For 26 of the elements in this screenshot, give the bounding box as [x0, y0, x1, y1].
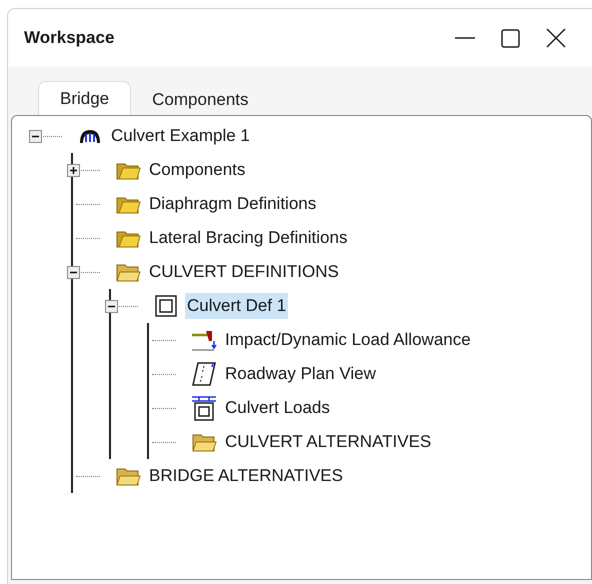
tree-item[interactable]: Impact/Dynamic Load Allowance: [223, 327, 473, 353]
tree-item[interactable]: CULVERT ALTERNATIVES: [223, 429, 434, 455]
culvert-load-icon: [191, 395, 217, 421]
tree-item[interactable]: Culvert Example 1: [109, 123, 252, 149]
expand-icon[interactable]: [67, 164, 80, 177]
tree-item[interactable]: CULVERT DEFINITIONS: [147, 259, 341, 285]
load-icon: [191, 329, 217, 351]
close-icon[interactable]: [546, 28, 566, 48]
collapse-icon[interactable]: [105, 300, 118, 313]
collapse-icon[interactable]: [67, 266, 80, 279]
roadway-icon: [192, 362, 216, 386]
maximize-icon[interactable]: [501, 28, 520, 48]
tree-item[interactable]: Diaphragm Definitions: [147, 191, 318, 217]
tree-item[interactable]: Roadway Plan View: [223, 361, 378, 387]
tree-item[interactable]: Lateral Bracing Definitions: [147, 225, 350, 251]
tree-item[interactable]: Culvert Loads: [223, 395, 332, 421]
window-title: Workspace: [24, 27, 114, 50]
arch-bridge-icon: [79, 128, 101, 144]
tree-item[interactable]: BRIDGE ALTERNATIVES: [147, 463, 345, 489]
square-icon: [155, 295, 177, 317]
tab[interactable]: Components: [131, 85, 270, 115]
collapse-icon[interactable]: [29, 130, 42, 143]
tree-item[interactable]: Culvert Def 1: [185, 293, 288, 319]
tree-item[interactable]: Components: [147, 157, 248, 183]
minimize-icon[interactable]: [455, 37, 475, 39]
tab[interactable]: Bridge: [38, 81, 132, 115]
